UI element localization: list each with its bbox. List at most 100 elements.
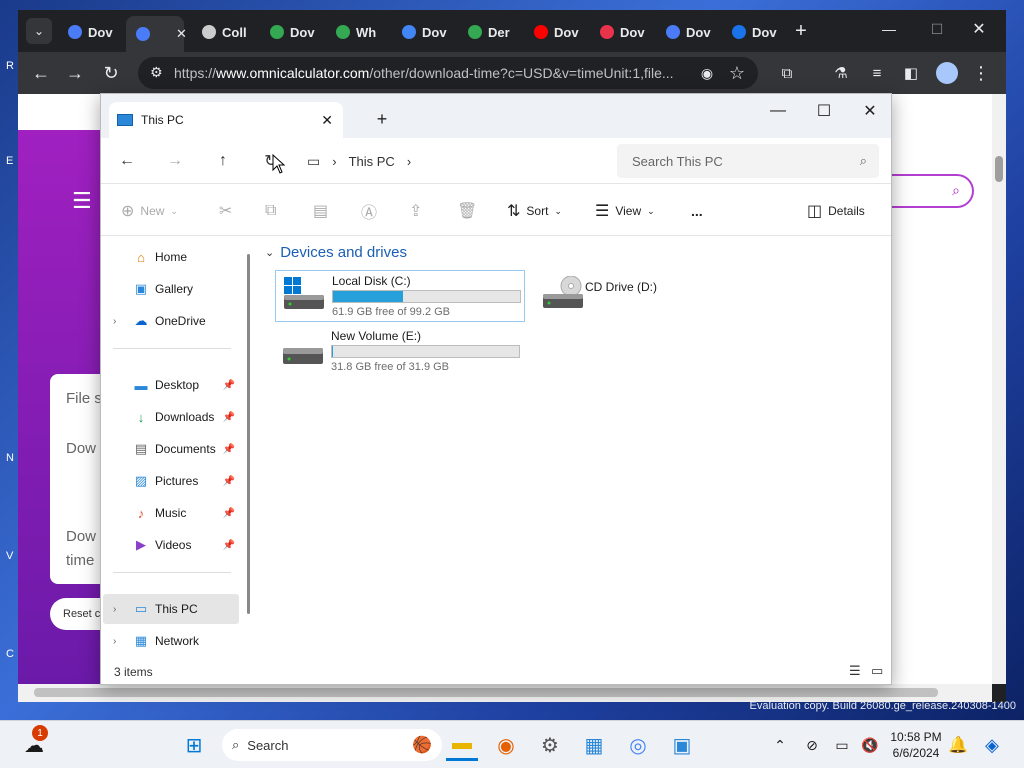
forward-icon[interactable]: →	[161, 148, 189, 174]
up-icon[interactable]: ↑	[209, 148, 237, 174]
labs-icon[interactable]: ⚗	[828, 60, 854, 86]
nav-divider	[113, 348, 231, 349]
expand-chevron-icon[interactable]: ›	[113, 316, 116, 327]
site-search-field[interactable]: ⌕	[888, 174, 974, 208]
browser-tab[interactable]: Der	[458, 18, 524, 46]
nav-item-downloads[interactable]: ↓ Downloads 📌	[103, 402, 239, 432]
nav-item-onedrive[interactable]: › ☁ OneDrive	[103, 306, 239, 336]
nav-item-this-pc[interactable]: › ▭ This PC	[103, 594, 239, 624]
nav-item-network[interactable]: › ▦ Network	[103, 626, 239, 656]
browser-menu-icon[interactable]: ⋮	[968, 60, 994, 86]
page-vertical-scrollbar[interactable]	[992, 94, 1006, 684]
rename-icon[interactable]: Ⓐ	[361, 198, 377, 224]
back-icon[interactable]: ←	[113, 148, 141, 174]
this-pc-icon: ▭	[134, 601, 148, 616]
nav-pane-scrollbar[interactable]	[247, 254, 250, 614]
more-options-button[interactable]: ...	[691, 198, 703, 224]
nav-item-pictures[interactable]: ▨ Pictures 📌	[103, 466, 239, 496]
browser-tab[interactable]: Dov	[722, 18, 788, 46]
browser-tab[interactable]: Dov	[260, 18, 326, 46]
nav-item-music[interactable]: ♪ Music 📌	[103, 498, 239, 528]
browser-tab[interactable]: ✕	[126, 16, 187, 52]
file-explorer-taskbar-icon[interactable]: ▬	[446, 729, 478, 761]
expand-chevron-icon[interactable]: ›	[113, 636, 116, 647]
breadcrumb[interactable]: ▭ › This PC ›	[307, 144, 607, 178]
weather-widget-icon[interactable]: ☁ 1	[18, 725, 50, 761]
nav-item-home[interactable]: ⌂ Home	[103, 242, 239, 272]
drive-c[interactable]: Local Disk (C:) 61.9 GB free of 99.2 GB	[275, 270, 525, 322]
share-icon[interactable]: ⇪	[409, 198, 422, 224]
copy-icon[interactable]: ⧉	[265, 198, 276, 224]
details-button[interactable]: ◫ Details	[807, 198, 865, 224]
eye-off-icon[interactable]: ◉	[694, 60, 720, 86]
drive-d[interactable]: CD Drive (D:)	[535, 270, 785, 322]
maximize-button[interactable]: ☐	[801, 98, 847, 124]
copilot-icon[interactable]: ◈	[976, 729, 1008, 761]
close-window-button[interactable]: ✕	[966, 16, 992, 42]
tiles-view-icon[interactable]: ▭	[871, 663, 883, 679]
browser-tab[interactable]: Dov	[392, 18, 458, 46]
extensions-icon[interactable]: ⧉	[774, 60, 800, 86]
minimize-button[interactable]: —	[876, 16, 902, 42]
clock[interactable]: 10:58 PM 6/6/2024	[884, 729, 948, 761]
nav-item-gallery[interactable]: ▣ Gallery	[103, 274, 239, 304]
browser-tab[interactable]: Dov	[656, 18, 722, 46]
breadcrumb-this-pc[interactable]: This PC	[349, 154, 395, 169]
no-network-icon[interactable]: ⊘	[796, 729, 828, 761]
chrome-icon[interactable]: ◎	[622, 729, 654, 761]
details-view-icon[interactable]: ☰	[849, 663, 861, 679]
search-input[interactable]: Search This PC ⌕	[617, 144, 879, 178]
nav-item-desktop[interactable]: ▬ Desktop 📌	[103, 370, 239, 400]
close-tab-icon[interactable]: ✕	[176, 26, 187, 42]
delete-icon[interactable]: 🗑	[457, 198, 477, 224]
scroll-thumb[interactable]	[34, 688, 938, 697]
forward-icon[interactable]: →	[62, 60, 88, 86]
address-bar[interactable]: ⚙ https://www.omnicalculator.com/other/d…	[138, 57, 758, 89]
notification-bell-icon[interactable]: 🔔	[942, 729, 974, 761]
browser-tab[interactable]: Wh	[326, 18, 392, 46]
breadcrumb-chevron-icon[interactable]: ›	[407, 154, 411, 169]
show-hidden-icons-chevron-icon[interactable]: ⌃	[764, 729, 796, 761]
view-button[interactable]: ☰ View ⌄	[595, 198, 655, 224]
tab-search-button[interactable]: ⌄	[26, 18, 52, 44]
minimize-button[interactable]: —	[755, 98, 801, 124]
devices-group-header[interactable]: ⌄ Devices and drives	[265, 244, 407, 261]
new-tab-button[interactable]: +	[788, 18, 814, 44]
nav-item-videos[interactable]: ▶ Videos 📌	[103, 530, 239, 560]
browser-tab[interactable]: Dov	[524, 18, 590, 46]
drive-e[interactable]: New Volume (E:) 31.8 GB free of 31.9 GB	[275, 326, 525, 378]
taskbar-search[interactable]: ⌕ Search 🏀	[222, 729, 442, 761]
collapse-chevron-icon[interactable]: ⌄	[265, 246, 274, 259]
reload-icon[interactable]: ↻	[98, 60, 124, 86]
side-panel-icon[interactable]: ◧	[898, 60, 924, 86]
browser-tab[interactable]: Dov	[58, 18, 124, 46]
breadcrumb-chevron-icon[interactable]: ›	[332, 154, 336, 169]
nav-item-documents[interactable]: ▤ Documents 📌	[103, 434, 239, 464]
sort-button[interactable]: ⇅ Sort ⌄	[507, 198, 562, 224]
start-button-windows-icon[interactable]: ⊞	[178, 729, 210, 761]
cut-icon[interactable]: ✂	[219, 198, 232, 224]
close-tab-icon[interactable]: ✕	[321, 112, 333, 129]
hamburger-menu-icon[interactable]: ☰	[72, 188, 92, 214]
site-info-icon[interactable]: ⚙	[150, 64, 163, 81]
maximize-button[interactable]: ☐	[924, 16, 950, 42]
profile-avatar[interactable]	[934, 60, 960, 86]
photos-app-icon[interactable]: ▣	[666, 729, 698, 761]
browser-tab[interactable]: Coll	[192, 18, 258, 46]
firefox-icon[interactable]: ◉	[490, 729, 522, 761]
expand-chevron-icon[interactable]: ›	[113, 604, 116, 615]
bookmark-star-icon[interactable]: ☆	[724, 60, 750, 86]
paste-icon[interactable]: ▤	[313, 198, 328, 224]
new-button[interactable]: ⊕ New ⌄	[121, 198, 178, 224]
volume-muted-icon[interactable]: 🔇	[854, 729, 886, 761]
network-app-icon[interactable]: ▦	[578, 729, 610, 761]
desktop-icon-label: N	[6, 452, 14, 464]
scroll-thumb[interactable]	[995, 156, 1003, 182]
new-tab-icon[interactable]: +	[359, 106, 405, 132]
close-button[interactable]: ✕	[847, 98, 893, 124]
settings-gear-icon[interactable]: ⚙	[534, 729, 566, 761]
media-icon[interactable]: ≡	[864, 60, 890, 86]
browser-tab[interactable]: Dov	[590, 18, 656, 46]
explorer-tab[interactable]: This PC ✕	[109, 102, 343, 138]
back-icon[interactable]: ←	[28, 60, 54, 86]
